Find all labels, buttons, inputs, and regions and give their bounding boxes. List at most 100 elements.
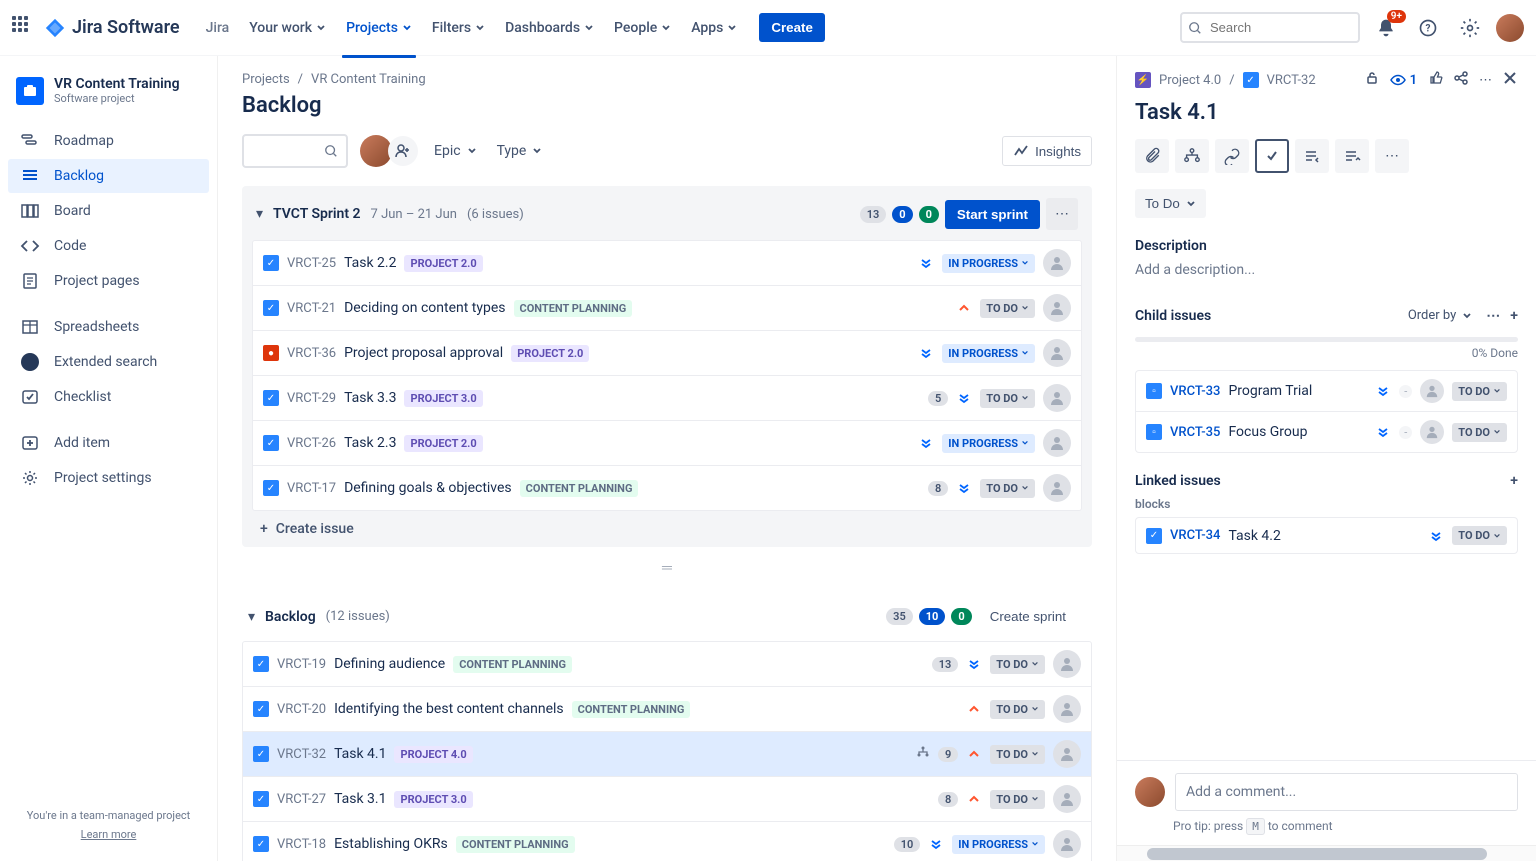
child-key[interactable]: VRCT-33 (1170, 384, 1220, 399)
assignee-avatar[interactable] (1043, 294, 1071, 322)
start-sprint-button[interactable]: Start sprint (945, 200, 1040, 229)
child-assignee[interactable] (1420, 420, 1444, 444)
issue-key[interactable]: VRCT-36 (287, 346, 336, 361)
assignee-avatar[interactable] (1043, 249, 1071, 277)
create-issue-sprint[interactable]: +Create issue (242, 511, 1092, 547)
assignee-avatar[interactable] (1053, 785, 1081, 813)
epic-filter[interactable]: Epic (430, 137, 481, 165)
nav-jira[interactable]: Jira (198, 14, 238, 42)
comment-input[interactable]: Add a comment... (1175, 773, 1518, 811)
issue-row[interactable]: ✓VRCT-26Task 2.3PROJECT 2.0IN PROGRESS (253, 421, 1081, 466)
epic-badge[interactable]: PROJECT 4.0 (394, 746, 472, 763)
issue-row[interactable]: ✓VRCT-20Identifying the best content cha… (243, 687, 1091, 732)
issue-row[interactable]: ✓VRCT-21Deciding on content typesCONTENT… (253, 286, 1081, 331)
status-dropdown[interactable]: TO DO (990, 745, 1045, 764)
epic-badge[interactable]: CONTENT PLANNING (456, 836, 575, 853)
status-dropdown[interactable]: TO DO (980, 299, 1035, 318)
status-dropdown[interactable]: TO DO (990, 655, 1045, 674)
status-dropdown[interactable]: To Do (1135, 189, 1206, 218)
detail-key-link[interactable]: VRCT-32 (1267, 73, 1316, 88)
sprint-name[interactable]: TVCT Sprint 2 (273, 206, 361, 222)
detail-epic-link[interactable]: Project 4.0 (1159, 73, 1221, 88)
epic-badge[interactable]: PROJECT 3.0 (394, 791, 472, 808)
status-dropdown[interactable]: IN PROGRESS (942, 434, 1035, 453)
status-dropdown[interactable]: TO DO (1452, 423, 1507, 442)
child-summary[interactable]: Program Trial (1228, 383, 1312, 399)
epic-badge[interactable]: CONTENT PLANNING (453, 656, 572, 673)
sidebar-item-project-pages[interactable]: Project pages (8, 264, 209, 298)
link-icon[interactable] (1215, 139, 1249, 173)
assignee-avatar[interactable] (1053, 830, 1081, 858)
status-dropdown[interactable]: TO DO (990, 700, 1045, 719)
project-header[interactable]: VR Content Training Software project (8, 76, 209, 123)
issue-summary[interactable]: Project proposal approval (344, 345, 503, 361)
child-row[interactable]: ✓VRCT-34Task 4.2TO DO (1136, 518, 1517, 553)
status-dropdown[interactable]: TO DO (980, 479, 1035, 498)
issue-summary[interactable]: Identifying the best content channels (334, 701, 564, 717)
sidebar-item-code[interactable]: Code (8, 229, 209, 263)
status-dropdown[interactable]: IN PROGRESS (952, 835, 1045, 854)
epic-badge[interactable]: CONTENT PLANNING (514, 300, 633, 317)
status-dropdown[interactable]: TO DO (980, 389, 1035, 408)
child-row[interactable]: ▫VRCT-33Program Trial-TO DO (1136, 371, 1517, 412)
issue-summary[interactable]: Deciding on content types (344, 300, 505, 316)
checklist-quick-icon[interactable] (1255, 139, 1289, 173)
nav-people[interactable]: People (606, 14, 679, 42)
create-sprint-button[interactable]: Create sprint (978, 602, 1078, 631)
issue-summary[interactable]: Defining goals & objectives (344, 480, 512, 496)
child-more-icon[interactable]: ⋯ (1486, 308, 1500, 324)
drag-divider-icon[interactable]: ═ (242, 559, 1092, 576)
issue-summary[interactable]: Task 3.1 (334, 791, 386, 807)
issue-key[interactable]: VRCT-26 (287, 436, 336, 451)
child-summary[interactable]: Task 4.2 (1228, 528, 1280, 544)
sprint-collapse-icon[interactable]: ▾ (256, 206, 263, 222)
help-icon[interactable]: ? (1412, 12, 1444, 44)
child-key[interactable]: VRCT-34 (1170, 528, 1220, 543)
issue-key[interactable]: VRCT-18 (277, 837, 326, 852)
sidebar-item-board[interactable]: Board (8, 194, 209, 228)
child-issue-icon[interactable] (1175, 139, 1209, 173)
create-button[interactable]: Create (759, 13, 825, 42)
issue-row[interactable]: ✓VRCT-32Task 4.1PROJECT 4.09TO DO (243, 732, 1091, 777)
learn-more-link[interactable]: Learn more (18, 828, 199, 841)
issue-key[interactable]: VRCT-29 (287, 391, 336, 406)
issue-summary[interactable]: Task 2.2 (344, 255, 396, 271)
jira-logo[interactable]: Jira Software (44, 17, 180, 39)
insights-button[interactable]: Insights (1002, 136, 1092, 166)
app-switcher-icon[interactable] (12, 16, 36, 40)
crumb-project[interactable]: VR Content Training (311, 72, 426, 87)
add-people-button[interactable] (388, 136, 418, 166)
nav-apps[interactable]: Apps (683, 14, 745, 42)
epic-badge[interactable]: CONTENT PLANNING (572, 701, 691, 718)
issue-row[interactable]: ✓VRCT-17Defining goals & objectivesCONTE… (253, 466, 1081, 510)
sidebar-item-project-settings[interactable]: Project settings (8, 461, 209, 495)
issue-row[interactable]: ✓VRCT-27Task 3.1PROJECT 3.08TO DO (243, 777, 1091, 822)
issue-key[interactable]: VRCT-32 (277, 747, 326, 762)
status-dropdown[interactable]: TO DO (1452, 526, 1507, 545)
sidebar-item-backlog[interactable]: Backlog (8, 159, 209, 193)
issue-row[interactable]: ✓VRCT-25Task 2.2PROJECT 2.0IN PROGRESS (253, 241, 1081, 286)
issue-summary[interactable]: Task 3.3 (344, 390, 396, 406)
epic-badge[interactable]: PROJECT 2.0 (511, 345, 589, 362)
assignee-avatar[interactable] (1053, 695, 1081, 723)
issue-summary[interactable]: Establishing OKRs (334, 836, 448, 852)
board-search[interactable] (242, 134, 348, 168)
status-dropdown[interactable]: TO DO (990, 790, 1045, 809)
detail-hscrollbar[interactable] (1117, 845, 1536, 861)
issue-row[interactable]: ✓VRCT-18Establishing OKRsCONTENT PLANNIN… (243, 822, 1091, 861)
issue-row[interactable]: ✓VRCT-29Task 3.3PROJECT 3.05TO DO (253, 376, 1081, 421)
like-icon[interactable] (1427, 70, 1443, 90)
attach-icon[interactable] (1135, 139, 1169, 173)
watchers[interactable]: 1 (1390, 72, 1417, 88)
settings-icon[interactable] (1454, 12, 1486, 44)
sidebar-item-roadmap[interactable]: Roadmap (8, 124, 209, 158)
sidebar-item-add-item[interactable]: Add item (8, 426, 209, 460)
detail-more-icon[interactable]: ⋯ (1375, 139, 1409, 173)
assignee-avatar[interactable] (1043, 474, 1071, 502)
backlog-name[interactable]: Backlog (265, 609, 316, 625)
nav-dashboards[interactable]: Dashboards (497, 14, 602, 42)
sidebar-item-spreadsheets[interactable]: Spreadsheets (8, 310, 209, 344)
issue-row[interactable]: ●VRCT-36Project proposal approvalPROJECT… (253, 331, 1081, 376)
nav-your-work[interactable]: Your work (241, 14, 334, 42)
assignee-avatar[interactable] (1043, 429, 1071, 457)
